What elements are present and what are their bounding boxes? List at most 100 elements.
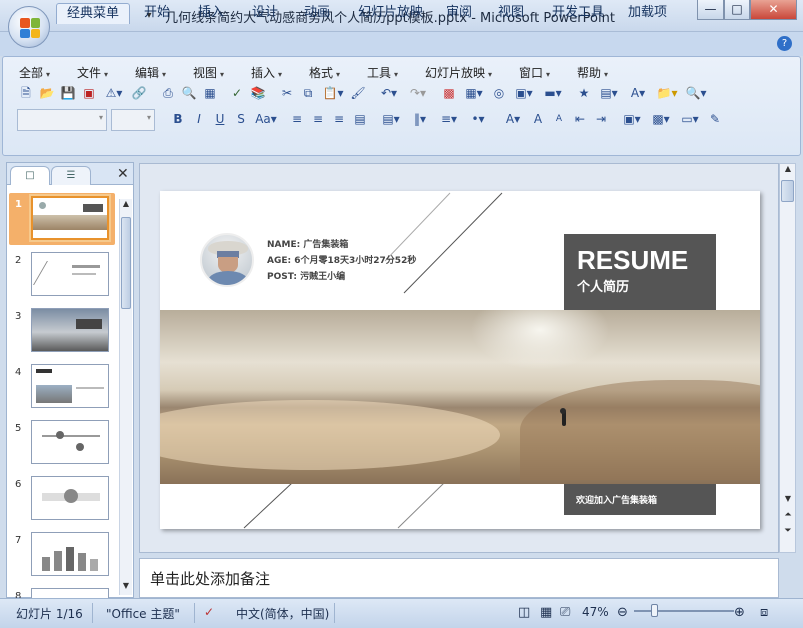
slide-thumbnail-2[interactable] — [31, 252, 109, 296]
copy-icon[interactable]: ⧉ — [299, 84, 317, 102]
zoom-slider[interactable] — [634, 610, 734, 612]
align-left-icon[interactable]: ≡ — [288, 110, 306, 128]
italic-icon[interactable]: I — [190, 110, 208, 128]
menu-slideshow[interactable]: 幻灯片放映 ▾ — [425, 64, 492, 81]
menu-all[interactable]: 全部 ▾ — [19, 64, 50, 81]
research-icon[interactable]: 📚 — [249, 84, 267, 102]
scroll-thumb[interactable] — [121, 217, 131, 309]
slide-thumbnail-3[interactable] — [31, 308, 109, 352]
tab-review[interactable]: 审阅 — [436, 3, 482, 24]
bullets-icon[interactable]: •▾ — [465, 110, 491, 128]
theme-name[interactable]: "Office 主题" — [106, 605, 180, 622]
bold-icon[interactable]: B — [169, 110, 187, 128]
shrink-font-icon[interactable]: A — [550, 110, 568, 128]
menu-help[interactable]: 帮助 ▾ — [577, 64, 608, 81]
help-icon[interactable]: ? — [777, 36, 792, 51]
scroll-up-icon[interactable]: ▲ — [781, 164, 795, 178]
minimize-button[interactable]: — — [697, 0, 724, 20]
align-center-icon[interactable]: ≡ — [309, 110, 327, 128]
tab-addins[interactable]: 加载项 — [618, 3, 677, 24]
scroll-down-icon[interactable]: ▼ — [781, 494, 795, 508]
notes-pane[interactable]: 单击此处添加备注 — [139, 558, 779, 598]
language-status[interactable]: 中文(简体，中国) — [236, 605, 329, 622]
tab-home[interactable]: 开始 — [134, 3, 180, 24]
color-bar-icon[interactable]: ▬▾ — [540, 84, 566, 102]
next-slide-icon[interactable]: ⏷ — [781, 526, 795, 540]
slide-thumbnail-1[interactable] — [31, 196, 109, 240]
spellcheck-icon[interactable]: ✓ — [204, 605, 214, 619]
normal-view-icon[interactable]: ◫ — [518, 605, 530, 620]
tab-classic-menu[interactable]: 经典菜单 — [56, 3, 131, 24]
attach-icon[interactable]: 🔗 — [130, 84, 148, 102]
menu-insert[interactable]: 插入 ▾ — [251, 64, 282, 81]
tab-design[interactable]: 设计 — [242, 3, 288, 24]
tab-slideshow[interactable]: 幻灯片放映 — [348, 3, 433, 24]
chart-icon[interactable]: ▩ — [440, 84, 458, 102]
slide-thumbnail-4[interactable] — [31, 364, 109, 408]
print-preview-icon[interactable]: 🔍 — [180, 84, 198, 102]
zoom-search-icon[interactable]: 🔍▾ — [683, 84, 709, 102]
table-icon[interactable]: ▦▾ — [461, 84, 487, 102]
textbox-icon[interactable]: A▾ — [625, 84, 651, 102]
cut-icon[interactable]: ✂ — [278, 84, 296, 102]
strike-icon[interactable]: S — [232, 110, 250, 128]
slideshow-view-icon[interactable]: ⎚ — [560, 605, 570, 620]
layout-menu-icon[interactable]: ▤▾ — [596, 84, 622, 102]
justify-icon[interactable]: ▤ — [351, 110, 369, 128]
tab-insert[interactable]: 插入 — [188, 3, 234, 24]
picture-icon[interactable]: ▣▾ — [511, 84, 537, 102]
undo-icon[interactable]: ↶▾ — [376, 84, 402, 102]
print-icon[interactable]: ⎙ — [159, 84, 177, 102]
align-right-icon[interactable]: ≡ — [330, 110, 348, 128]
zoom-in-icon[interactable]: ⊕ — [734, 605, 745, 620]
slides-scrollbar[interactable]: ▲ ▼ — [119, 199, 132, 595]
arrange-icon[interactable]: ▣▾ — [619, 110, 645, 128]
save-icon[interactable]: 💾 — [59, 84, 77, 102]
zoom-level[interactable]: 47% — [582, 605, 609, 619]
zoom-slider-thumb[interactable] — [651, 604, 658, 617]
tab-animation[interactable]: 动画 — [294, 3, 340, 24]
format-painter-icon[interactable]: 🖌 — [349, 84, 367, 102]
open-icon[interactable]: 📂 — [38, 84, 56, 102]
menu-tools[interactable]: 工具 ▾ — [367, 64, 398, 81]
tab-view[interactable]: 视图 — [488, 3, 534, 24]
indent-increase-icon[interactable]: ⇥ — [592, 110, 610, 128]
new-icon[interactable]: 🗎 — [17, 84, 35, 102]
slide-thumbnail-6[interactable] — [31, 476, 109, 520]
tab-slides[interactable]: □ — [10, 166, 50, 185]
folder-icon[interactable]: 📁▾ — [654, 84, 680, 102]
slide-thumbnail-8[interactable] — [31, 588, 109, 598]
zoom-out-icon[interactable]: ⊖ — [617, 605, 628, 620]
close-pane-icon[interactable]: ✕ — [117, 166, 129, 182]
shape-fill-icon[interactable]: ▭▾ — [677, 110, 703, 128]
pdf-icon[interactable]: ▣ — [80, 84, 98, 102]
quick-styles-icon[interactable]: ▩▾ — [648, 110, 674, 128]
menu-format[interactable]: 格式 ▾ — [309, 64, 340, 81]
indent-decrease-icon[interactable]: ⇤ — [571, 110, 589, 128]
redo-icon[interactable]: ↷▾ — [405, 84, 431, 102]
fit-to-window-icon[interactable]: ⧈ — [760, 605, 768, 620]
menu-edit[interactable]: 编辑 ▾ — [135, 64, 166, 81]
scroll-down-icon[interactable]: ▼ — [120, 581, 132, 595]
permission-icon[interactable]: ⚠▾ — [101, 84, 127, 102]
change-case-icon[interactable]: Aa▾ — [253, 110, 279, 128]
office-button[interactable] — [8, 6, 50, 48]
text-direction-icon[interactable]: ▤▾ — [378, 110, 404, 128]
numbering-icon[interactable]: ≡▾ — [436, 110, 462, 128]
font-name-combo[interactable]: ▾ — [17, 109, 107, 131]
font-color-icon[interactable]: A▾ — [500, 110, 526, 128]
shape-outline-icon[interactable]: ✎ — [706, 110, 724, 128]
scroll-up-icon[interactable]: ▲ — [120, 199, 132, 213]
slide-thumbnail-7[interactable] — [31, 532, 109, 576]
grow-font-icon[interactable]: A — [529, 110, 547, 128]
menu-file[interactable]: 文件 ▾ — [77, 64, 108, 81]
underline-icon[interactable]: U — [211, 110, 229, 128]
editor-scrollbar[interactable]: ▲ ▼ ⏶ ⏷ — [779, 163, 796, 553]
maximize-button[interactable]: □ — [724, 0, 750, 20]
menu-window[interactable]: 窗口 ▾ — [519, 64, 550, 81]
previous-slide-icon[interactable]: ⏶ — [781, 510, 795, 524]
paste-icon[interactable]: 📋▾ — [320, 84, 346, 102]
slide-thumbnail-5[interactable] — [31, 420, 109, 464]
columns-icon[interactable]: ‖▾ — [407, 110, 433, 128]
slide-sorter-icon[interactable]: ▦ — [540, 605, 552, 620]
